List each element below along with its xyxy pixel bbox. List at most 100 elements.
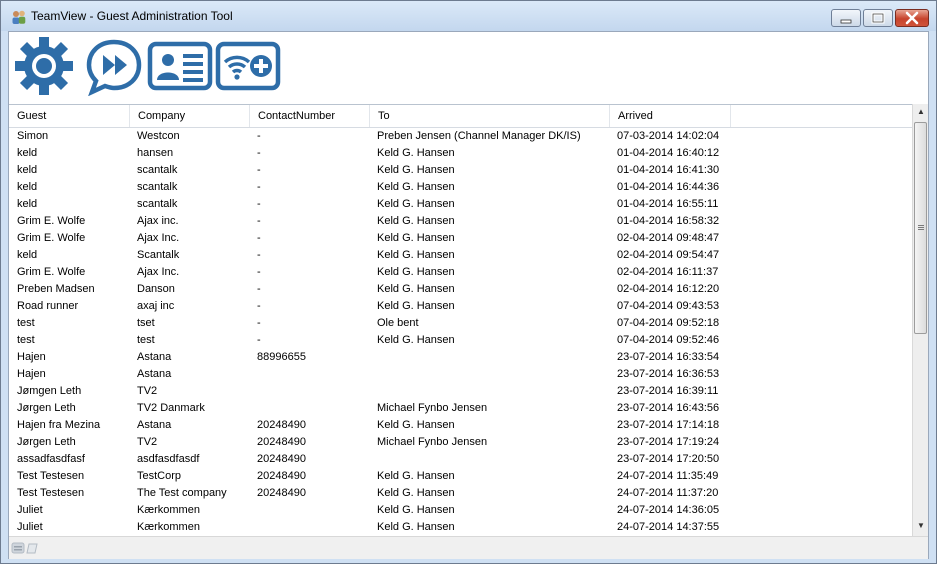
minimize-button[interactable]	[831, 9, 861, 27]
cell-company: Danson	[137, 283, 175, 295]
cell-guest: keld	[17, 181, 38, 193]
table-row[interactable]: keld Scantalk - Keld G. Hansen 02-04-2014 09…	[9, 247, 912, 264]
table-row[interactable]: Jømgen Leth TV2 23-07-2014 16:39:11	[9, 383, 912, 400]
cell-company: TV2 Danmark	[137, 402, 205, 414]
table-row[interactable]: Jørgen Leth TV2 20248490 Michael Fynbo Jens…	[9, 434, 912, 451]
cell-arrived: 23-07-2014 16:33:54	[617, 351, 720, 363]
table-row[interactable]: keld scantalk - Keld G. Hansen 01-04-2014 16…	[9, 179, 912, 196]
cell-company: Westcon	[137, 130, 180, 142]
thumb-grip-line	[918, 229, 924, 230]
scroll-up-button[interactable]: ▲	[913, 104, 929, 120]
table-row[interactable]: Juliet Kærkommen Keld G. Hansen 24-07-2014 …	[9, 502, 912, 519]
cell-contact-number: 20248490	[257, 470, 306, 482]
cell-contact-number: -	[257, 317, 261, 329]
client-area: Guest Company ContactNumber To Arrived S…	[8, 31, 929, 559]
cell-contact-number: -	[257, 249, 261, 261]
cell-to: Keld G. Hansen	[377, 198, 455, 210]
cell-guest: Grim E. Wolfe	[17, 266, 86, 278]
cell-to: Michael Fynbo Jensen	[377, 402, 488, 414]
cell-company: Astana	[137, 419, 172, 431]
cell-guest: keld	[17, 164, 38, 176]
vertical-scrollbar[interactable]: ▲ ▼	[912, 104, 928, 536]
cell-to: Keld G. Hansen	[377, 181, 455, 193]
table-row[interactable]: Grim E. Wolfe Ajax Inc. - Keld G. Hansen 02-…	[9, 230, 912, 247]
cell-company: scantalk	[137, 164, 178, 176]
cell-arrived: 07-04-2014 09:52:18	[617, 317, 720, 329]
cell-arrived: 24-07-2014 14:37:55	[617, 521, 720, 533]
cell-to: Keld G. Hansen	[377, 470, 455, 482]
guest-card-button[interactable]	[147, 36, 213, 94]
cell-arrived: 23-07-2014 17:14:18	[617, 419, 720, 431]
table-row[interactable]: test test - Keld G. Hansen 07-04-2014 09:52:…	[9, 332, 912, 349]
table-row[interactable]: Grim E. Wolfe Ajax inc. - Keld G. Hansen 01-…	[9, 213, 912, 230]
table-row[interactable]: Juliet Kærkommen Keld G. Hansen 24-07-2014 …	[9, 519, 912, 536]
guest-grid[interactable]: Guest Company ContactNumber To Arrived S…	[9, 104, 912, 537]
cell-guest: keld	[17, 249, 38, 261]
forward-chat-button[interactable]	[83, 36, 145, 97]
cell-arrived: 24-07-2014 11:37:20	[617, 487, 719, 499]
table-row[interactable]: Hajen Astana 23-07-2014 16:36:53	[9, 366, 912, 383]
cell-contact-number: 88996655	[257, 351, 306, 363]
cell-company: Astana	[137, 351, 172, 363]
thumb-grip-line	[918, 225, 924, 226]
cell-to: Ole bent	[377, 317, 419, 329]
scroll-down-button[interactable]: ▼	[913, 518, 929, 534]
cell-company: TV2	[137, 436, 158, 448]
cell-guest: Jørgen Leth	[17, 436, 76, 448]
table-row[interactable]: keld scantalk - Keld G. Hansen 01-04-2014 16…	[9, 162, 912, 179]
cell-arrived: 23-07-2014 16:36:53	[617, 368, 720, 380]
scroll-thumb[interactable]	[914, 122, 927, 334]
table-row[interactable]: Hajen fra Mezina Astana 20248490 Keld G. Ha…	[9, 417, 912, 434]
cell-to: Michael Fynbo Jensen	[377, 436, 488, 448]
add-wifi-button[interactable]	[215, 36, 281, 94]
settings-button[interactable]	[13, 36, 75, 95]
cell-contact-number: -	[257, 283, 261, 295]
maximize-button[interactable]	[863, 9, 893, 27]
table-row[interactable]: keld hansen - Keld G. Hansen 01-04-2014 16:4…	[9, 145, 912, 162]
grid-header: Guest Company ContactNumber To Arrived	[9, 105, 912, 128]
cell-guest: Hajen	[17, 351, 46, 363]
cell-contact-number: -	[257, 300, 261, 312]
column-header-contact-number[interactable]: ContactNumber	[250, 105, 370, 127]
cell-arrived: 07-04-2014 09:43:53	[617, 300, 720, 312]
column-header-guest[interactable]: Guest	[9, 105, 130, 127]
cell-company: tset	[137, 317, 155, 329]
cell-to: Keld G. Hansen	[377, 419, 455, 431]
table-row[interactable]: Road runner axaj inc - Keld G. Hansen 07-04-…	[9, 298, 912, 315]
close-icon	[905, 11, 919, 25]
cell-guest: Grim E. Wolfe	[17, 215, 86, 227]
cell-guest: test	[17, 317, 35, 329]
toolbar	[9, 32, 928, 102]
table-row[interactable]: test tset - Ole bent 07-04-2014 09:52:18	[9, 315, 912, 332]
grid-rows: Simon Westcon - Preben Jensen (Channel Mana…	[9, 128, 912, 536]
cell-guest: Test Testesen	[17, 470, 85, 482]
cell-company: Kærkommen	[137, 521, 200, 533]
table-row[interactable]: Test Testesen TestCorp 20248490 Keld G. Han…	[9, 468, 912, 485]
table-row[interactable]: Grim E. Wolfe Ajax Inc. - Keld G. Hansen 02-…	[9, 264, 912, 281]
title-bar[interactable]: TeamView - Guest Administration Tool	[1, 1, 936, 31]
cell-guest: test	[17, 334, 35, 346]
cell-guest: assadfasdfasf	[17, 453, 85, 465]
close-button[interactable]	[895, 9, 929, 27]
gear-icon	[15, 37, 73, 95]
cell-arrived: 01-04-2014 16:41:30	[617, 164, 720, 176]
cell-company: Scantalk	[137, 249, 180, 261]
table-row[interactable]: Preben Madsen Danson - Keld G. Hansen 02-04-…	[9, 281, 912, 298]
column-header-company[interactable]: Company	[130, 105, 250, 127]
cell-company: The Test company	[137, 487, 227, 499]
column-header-arrived[interactable]: Arrived	[610, 105, 731, 127]
column-header-to[interactable]: To	[370, 105, 610, 127]
table-row[interactable]: Simon Westcon - Preben Jensen (Channel Mana…	[9, 128, 912, 145]
cell-guest: Hajen	[17, 368, 46, 380]
main-window: TeamView - Guest Administration Tool Gue…	[0, 0, 937, 564]
cell-company: scantalk	[137, 181, 178, 193]
cell-company: Ajax Inc.	[137, 266, 180, 278]
table-row[interactable]: Test Testesen The Test company 20248490 Kel…	[9, 485, 912, 502]
table-row[interactable]: keld scantalk - Keld G. Hansen 01-04-2014 16…	[9, 196, 912, 213]
table-row[interactable]: Jørgen Leth TV2 Danmark Michael Fynbo Jens…	[9, 400, 912, 417]
cell-to: Keld G. Hansen	[377, 487, 455, 499]
cell-company: axaj inc	[137, 300, 175, 312]
cell-company: Kærkommen	[137, 504, 200, 516]
table-row[interactable]: assadfasdfasf asdfasdfasdf 20248490 23-07-2…	[9, 451, 912, 468]
table-row[interactable]: Hajen Astana 88996655 23-07-2014 16:33:54	[9, 349, 912, 366]
